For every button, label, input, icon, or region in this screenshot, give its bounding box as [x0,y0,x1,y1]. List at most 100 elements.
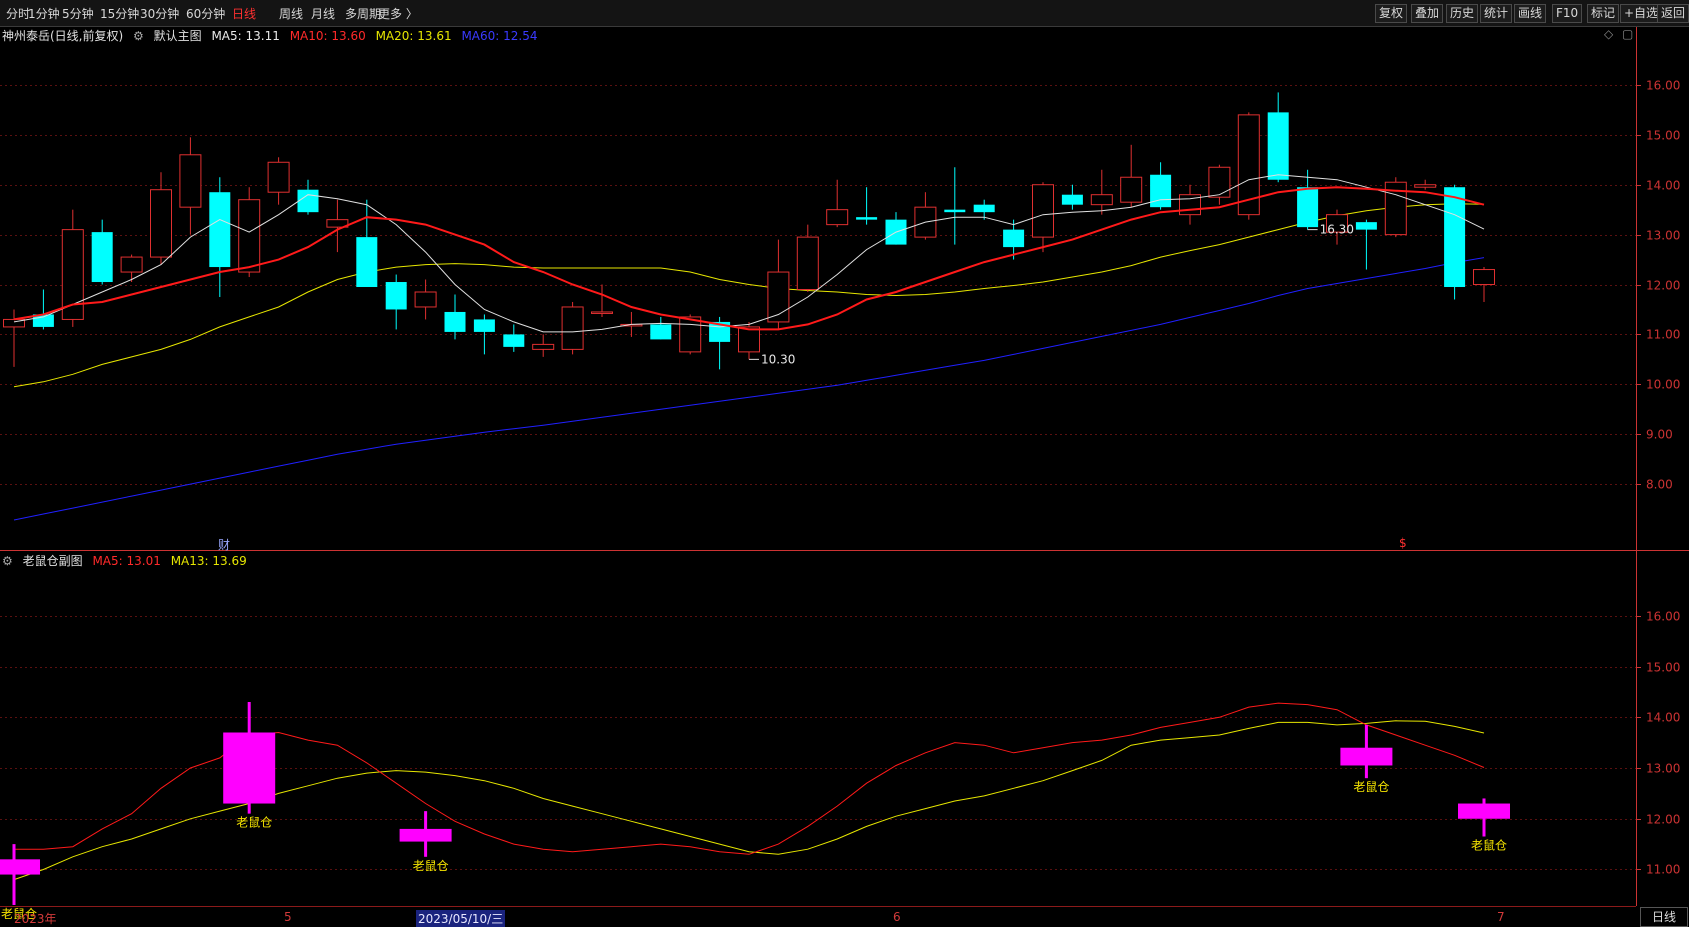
candle-body-down [1150,174,1172,208]
candle-body-up [267,161,290,193]
candle-body-down [209,192,231,268]
toolbar-button-4[interactable]: 画线 [1514,4,1547,23]
toolbar-button-2[interactable]: 历史 [1446,4,1479,23]
candle-body-up [1473,269,1495,286]
candle-body-up [561,306,584,350]
toolbar-button-7[interactable]: +自选 [1620,4,1663,23]
settings-icon[interactable]: ⚙ [2,554,13,568]
maximize-icon[interactable]: ▢ [1622,27,1633,41]
main-y-tick-label: 15.00 [1646,129,1680,143]
candle-body-down [1355,222,1377,230]
candle-body-up [796,236,819,291]
date-label-may: 5 [284,910,292,924]
candle-body-down [473,319,495,332]
candle-body-down [385,282,407,310]
main-y-tick-label: 8.00 [1646,478,1673,492]
candle-body-up [738,326,760,353]
candle-body-up [1208,166,1231,198]
toolbar-button-5[interactable]: F10 [1552,4,1583,23]
candle-body-down [856,217,878,220]
diamond-icon[interactable]: ◇ [1604,27,1613,41]
candle-body-up [1090,194,1113,206]
main-chart-view-label[interactable]: 默认主图 [154,29,202,43]
sub-y-tick-label: 15.00 [1646,661,1680,675]
main-y-tick-label: 14.00 [1646,179,1680,193]
sub-chart-info-bar: ⚙ 老鼠仓副图 MA5: 13.01 MA13: 13.69 [2,552,253,570]
sub-ma5-value: MA5: 13.01 [92,554,161,568]
ma10-line [13,186,1485,331]
dividend-marker[interactable]: $ [1399,536,1407,550]
toolbar-button-6[interactable]: 标记 [1587,4,1620,23]
sub-chart-name[interactable]: 老鼠仓副图 [23,554,83,568]
finance-marker[interactable]: 财 [218,536,230,553]
signal-body [1340,747,1393,766]
main-y-tick-label: 16.00 [1646,79,1680,93]
signal-label: 老鼠仓 [1353,780,1389,794]
sub-y-tick-label: 11.00 [1646,863,1680,877]
period-tab-0[interactable]: 分时 [6,5,30,22]
period-tab-4[interactable]: 30分钟 [140,5,179,22]
candle-body-down [944,209,966,213]
period-tab-7[interactable]: 周线 [279,5,303,22]
price-annotation-label: 10.30 [761,352,795,366]
period-tab-3[interactable]: 15分钟 [100,5,139,22]
toolbar-button-1[interactable]: 叠加 [1411,4,1444,23]
main-y-tick-label: 13.00 [1646,229,1680,243]
candle-body-down [1297,187,1319,228]
date-axis-bar: 2023年 5 2023/05/10/三 6 7 [0,906,1636,927]
candle-body-up [826,209,849,226]
main-y-tick-label: 10.00 [1646,378,1680,392]
price-annotation-label: 16.30 [1320,223,1354,237]
toolbar-button-3[interactable]: 统计 [1480,4,1513,23]
candle-body-down [91,232,113,283]
signal-label: 老鼠仓 [1471,839,1507,853]
period-tab-2[interactable]: 5分钟 [62,5,94,22]
signal-label: 老鼠仓 [236,816,272,830]
period-tab-1[interactable]: 1分钟 [28,5,60,22]
candle-body-down [356,237,378,288]
sub-y-tick-label: 13.00 [1646,762,1680,776]
candle-body-up [591,311,613,314]
candle-body-down [1267,112,1289,180]
candle-body-up [120,256,143,273]
stock-name-label: 神州泰岳(日线,前复权) [2,29,124,43]
sub-ma13-value: MA13: 13.69 [170,554,247,568]
candle-body-up [238,199,261,273]
date-label-year: 2023年 [14,912,57,926]
period-tab-5[interactable]: 60分钟 [186,5,225,22]
candle-body-down [1444,187,1466,288]
period-button[interactable]: 日线 [1640,907,1688,927]
main-y-tick-label: 11.00 [1646,328,1680,342]
candle-body-up [414,291,437,308]
sub-y-tick-label: 12.00 [1646,813,1680,827]
ma5-line [13,174,1485,333]
signal-body [223,732,276,804]
sub-y-tick-label: 16.00 [1646,610,1680,624]
main-chart-info-bar: 神州泰岳(日线,前复权) ⚙ 默认主图 MA5: 13.11 MA10: 13.… [2,27,544,45]
settings-icon[interactable]: ⚙ [133,29,144,43]
date-cursor-label: 2023/05/10/三 [416,910,506,927]
toolbar-button-0[interactable]: 复权 [1375,4,1408,23]
period-tab-8[interactable]: 月线 [311,5,335,22]
stock-chart-canvas[interactable]: 16.00 15.00 14.00 13.00 12.00 11.00 10.00 9.00 8… [0,0,1689,926]
candle-body-down [1061,194,1083,205]
candle-body-up [1032,184,1054,238]
candle-body-down [503,334,525,347]
candle-body-up [1414,184,1437,188]
candle-body-down [973,204,995,213]
sub-y-tick-label: 14.00 [1646,711,1680,725]
ma60-value: MA60: 12.54 [461,29,538,43]
candle-body-up [179,154,202,208]
candle-body-down [297,189,319,213]
period-tab-9[interactable]: 多周期 [345,5,381,22]
date-label-june: 6 [893,910,901,924]
candle-body-up [150,189,172,258]
signal-label: 老鼠仓 [413,859,449,873]
candle-body-down [444,311,466,332]
toolbar-button-8[interactable]: 返回 [1657,4,1689,23]
period-tab-6[interactable]: 日线 [232,5,256,22]
ma20-value: MA20: 13.61 [375,29,452,43]
period-tab-10[interactable]: 更多 〉 [378,5,418,22]
main-y-tick-label: 12.00 [1646,279,1680,293]
ma10-value: MA10: 13.60 [289,29,366,43]
